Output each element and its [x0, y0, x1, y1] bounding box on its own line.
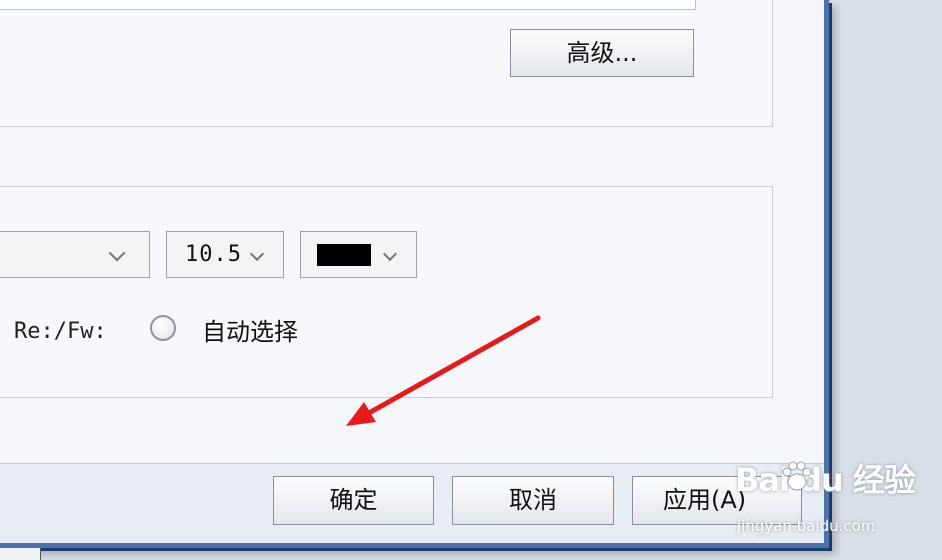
color-swatch	[317, 244, 371, 266]
auto-select-label: 自动选择	[202, 318, 298, 346]
font-color-select[interactable]	[300, 231, 417, 278]
red-arrow-annotation	[346, 315, 541, 426]
cancel-button[interactable]: 取消	[452, 476, 614, 525]
watermark-url: jingyan.baidu.com	[737, 517, 876, 535]
baidu-jingyan-watermark: Bai du 经验 jingyan.baidu.com	[735, 455, 942, 540]
watermark-brand: Bai du 经验	[735, 461, 916, 499]
font-size-value: 10.5	[185, 242, 242, 267]
font-family-select[interactable]	[0, 231, 150, 278]
chevron-down-icon	[108, 244, 126, 261]
ok-button[interactable]: 确定	[273, 476, 434, 525]
background-window-edge	[0, 548, 41, 560]
refw-label: Re:/Fw:	[14, 319, 107, 344]
settings-dialog: 高级... 10.5 Re:/Fw: 自动选择 确定 取消 应用(A)	[0, 0, 829, 548]
top-text-field[interactable]	[0, 0, 696, 10]
chevron-down-icon	[249, 246, 265, 261]
font-size-select[interactable]: 10.5	[166, 231, 284, 278]
advanced-button[interactable]: 高级...	[510, 29, 694, 77]
auto-select-radio[interactable]	[150, 315, 176, 341]
chevron-down-icon	[382, 246, 398, 261]
paw-icon	[782, 461, 812, 491]
